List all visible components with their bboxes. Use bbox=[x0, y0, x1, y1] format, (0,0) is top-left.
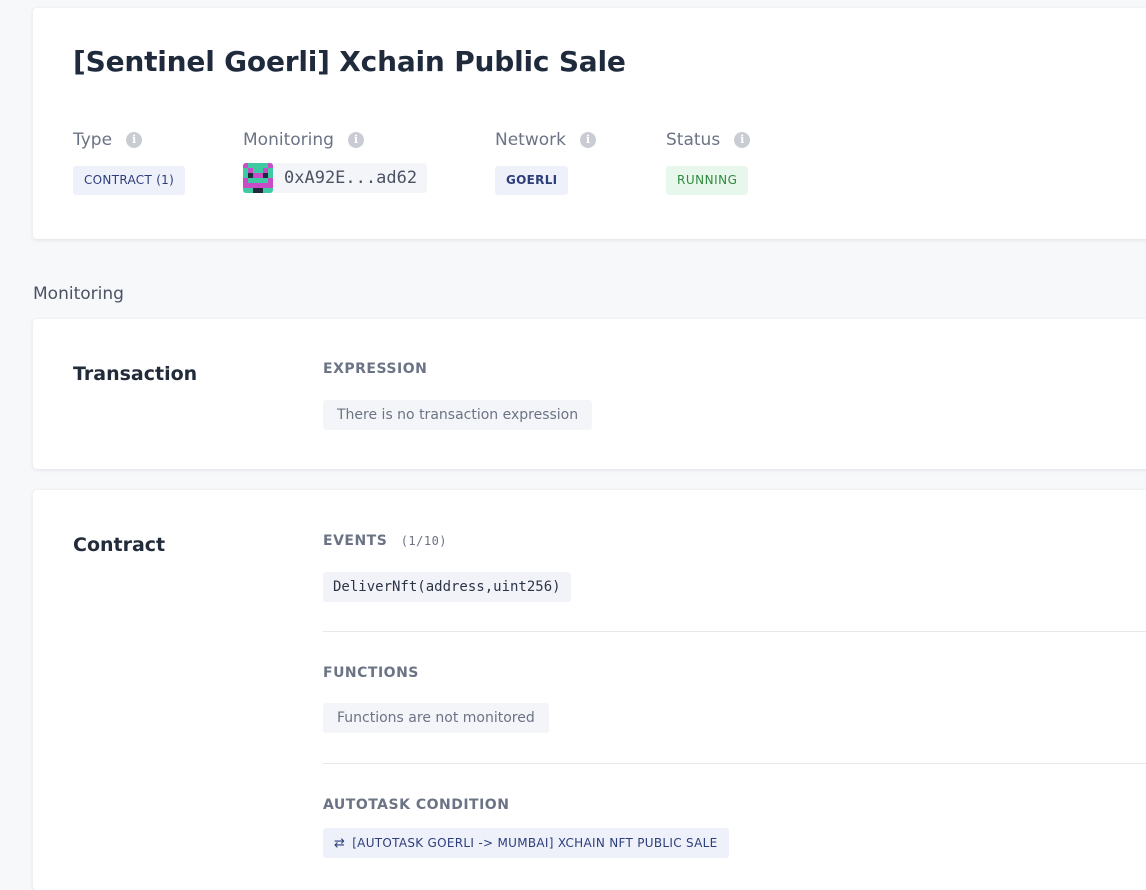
address-chip[interactable]: 0xA92E...ad62 bbox=[243, 163, 428, 193]
autotask-condition-link[interactable]: ⇄ [AUTOTASK GOERLI -> MUMBAI] XCHAIN NFT … bbox=[323, 828, 729, 858]
event-signature: DeliverNft(address,uint256) bbox=[323, 572, 571, 602]
page-title: [Sentinel Goerli] Xchain Public Sale bbox=[73, 45, 626, 78]
network-label: Network bbox=[495, 130, 566, 150]
status-label: Status bbox=[666, 130, 721, 150]
info-icon[interactable]: i bbox=[126, 132, 143, 148]
autotask-label: AUTOTASK CONDITION bbox=[323, 797, 510, 813]
identicon-avatar bbox=[243, 163, 273, 193]
events-label-row: EVENTS (1/10) bbox=[323, 533, 447, 549]
functions-label: FUNCTIONS bbox=[323, 665, 419, 681]
network-field: Network i GOERLI bbox=[495, 130, 596, 195]
events-label: EVENTS bbox=[323, 533, 388, 549]
divider bbox=[323, 631, 1146, 632]
transaction-card: Transaction EXPRESSION There is no trans… bbox=[33, 319, 1146, 469]
network-badge: GOERLI bbox=[495, 166, 569, 195]
section-heading-monitoring: Monitoring bbox=[33, 284, 124, 304]
monitoring-label: Monitoring bbox=[243, 130, 334, 150]
monitoring-field: Monitoring i 0xA92E...ad62 bbox=[243, 130, 428, 193]
expression-value: There is no transaction expression bbox=[323, 400, 593, 430]
info-icon[interactable]: i bbox=[347, 132, 364, 148]
type-badge: CONTRACT (1) bbox=[73, 166, 186, 195]
type-label: Type bbox=[73, 130, 113, 150]
divider bbox=[323, 763, 1146, 764]
contract-card: Contract EVENTS (1/10) DeliverNft(addres… bbox=[33, 490, 1146, 890]
sentinel-header-card: [Sentinel Goerli] Xchain Public Sale Typ… bbox=[33, 8, 1146, 239]
monitored-address: 0xA92E...ad62 bbox=[284, 168, 418, 188]
autotask-condition-value: [AUTOTASK GOERLI -> MUMBAI] XCHAIN NFT P… bbox=[352, 836, 718, 850]
type-field: Type i CONTRACT (1) bbox=[73, 130, 186, 195]
info-icon[interactable]: i bbox=[579, 132, 596, 148]
swap-arrows-icon: ⇄ bbox=[334, 836, 346, 851]
contract-title: Contract bbox=[73, 534, 166, 556]
events-count: (1/10) bbox=[400, 534, 448, 548]
transaction-title: Transaction bbox=[73, 363, 198, 385]
expression-label: EXPRESSION bbox=[323, 361, 428, 377]
functions-value: Functions are not monitored bbox=[323, 703, 549, 733]
info-icon[interactable]: i bbox=[734, 132, 751, 148]
status-field: Status i RUNNING bbox=[666, 130, 751, 195]
status-badge: RUNNING bbox=[666, 166, 749, 195]
